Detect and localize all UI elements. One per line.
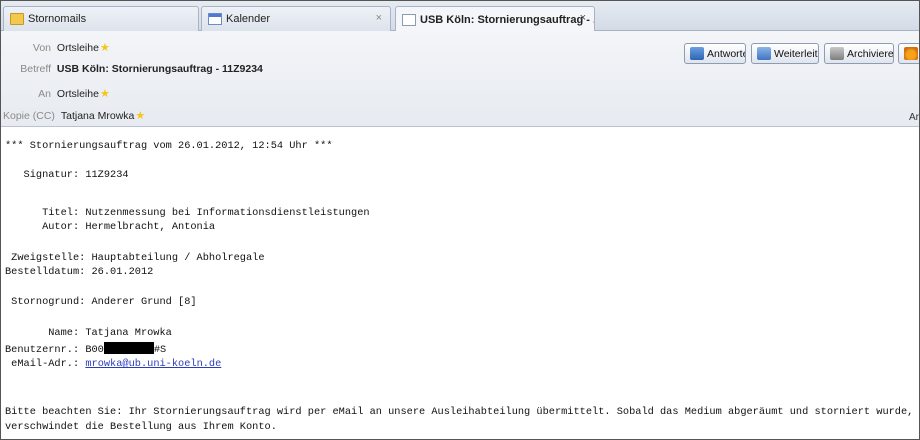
close-icon[interactable]: × — [376, 12, 382, 24]
reply-icon — [690, 47, 704, 60]
reply-label: Antworten — [707, 47, 745, 60]
forward-label: Weiterleiten — [774, 47, 818, 60]
tab-label: Stornomails — [28, 13, 87, 25]
subject-value: USB Köln: Stornierungsauftrag - 11Z9234 — [56, 63, 263, 75]
redaction-bar — [103, 342, 154, 354]
archive-icon — [830, 47, 844, 60]
footer-line-1: Bitte beachten Sie: Ihr Stornierungsauft… — [5, 406, 914, 418]
signatur-line: Signatur: 11Z9234 — [5, 169, 129, 181]
email-link[interactable]: mrowka@ub.uni-koeln.de — [85, 358, 221, 370]
subject-row: Betreff USB Köln: Stornierungsauftrag - … — [1, 63, 263, 75]
from-value[interactable]: Ortsleihe — [57, 42, 99, 54]
titel-line: Titel: Nutzenmessung bei Informationsdie… — [5, 207, 370, 219]
close-icon[interactable]: × — [580, 12, 586, 24]
cc-value[interactable]: Tatjana Mrowka — [61, 110, 135, 122]
star-icon[interactable]: ★ — [100, 41, 110, 54]
name-line: Name: Tatjana Mrowka — [5, 327, 172, 339]
forward-button[interactable]: Weiterleiten — [751, 43, 819, 64]
cc-row: Kopie (CC) Tatjana Mrowka★ — [3, 109, 145, 122]
to-row: An Ortsleihe★ — [1, 87, 110, 100]
mail-window: Stornomails Kalender × USB Köln: Stornie… — [0, 0, 920, 440]
tab-usb-koeln[interactable]: USB Köln: Stornierungsauftrag - ... × — [395, 6, 595, 32]
tab-label: Kalender — [226, 13, 271, 25]
reply-button[interactable]: Antworten — [684, 43, 746, 64]
message-header: Von Ortsleihe★ Betreff USB Köln: Stornie… — [1, 31, 919, 127]
archive-label: Archivieren — [847, 47, 894, 60]
folder-icon — [10, 13, 24, 25]
to-label: An — [38, 88, 51, 100]
junk-button[interactable]: Ju — [898, 43, 919, 64]
star-icon[interactable]: ★ — [135, 109, 145, 122]
benutzernr-suffix: #S — [153, 344, 167, 356]
junk-icon — [904, 47, 918, 60]
order-heading: *** Stornierungsauftrag vom 26.01.2012, … — [5, 140, 333, 152]
tab-kalender[interactable]: Kalender × — [201, 6, 391, 31]
autor-line: Autor: Hermelbracht, Antonia — [5, 221, 216, 233]
forward-icon — [757, 47, 771, 60]
calendar-icon — [208, 13, 222, 25]
stornogrund-line: Stornogrund: Anderer Grund [8] — [5, 296, 197, 308]
mail-icon — [402, 13, 416, 26]
benutzernr-prefix: Benutzernr.: B00 — [5, 344, 104, 356]
footer-line-2: verschwindet die Bestellung aus Ihrem Ko… — [5, 421, 277, 433]
more-label: Ar — [909, 112, 919, 123]
from-label: Von — [32, 42, 51, 54]
star-icon[interactable]: ★ — [100, 87, 110, 100]
cc-label: Kopie (CC) — [3, 110, 55, 122]
email-line: eMail-Adr.: mrowka@ub.uni-koeln.de — [5, 358, 221, 370]
zweigstelle-line: Zweigstelle: Hauptabteilung / Abholregal… — [5, 252, 265, 264]
benutzernr-line: Benutzernr.: B00 #S — [5, 342, 166, 356]
bestelldatum-line: Bestelldatum: 26.01.2012 — [5, 266, 154, 278]
tab-stornomails[interactable]: Stornomails — [3, 6, 199, 31]
tab-bar: Stornomails Kalender × USB Köln: Stornie… — [1, 1, 919, 32]
to-value[interactable]: Ortsleihe — [57, 88, 99, 100]
subject-label: Betreff — [20, 63, 51, 75]
from-row: Von Ortsleihe★ — [1, 41, 110, 54]
message-body: *** Stornierungsauftrag vom 26.01.2012, … — [1, 128, 919, 439]
email-label: eMail-Adr.: — [5, 358, 86, 370]
tab-label: USB Köln: Stornierungsauftrag - ... — [420, 13, 595, 26]
archive-button[interactable]: Archivieren — [824, 43, 894, 64]
